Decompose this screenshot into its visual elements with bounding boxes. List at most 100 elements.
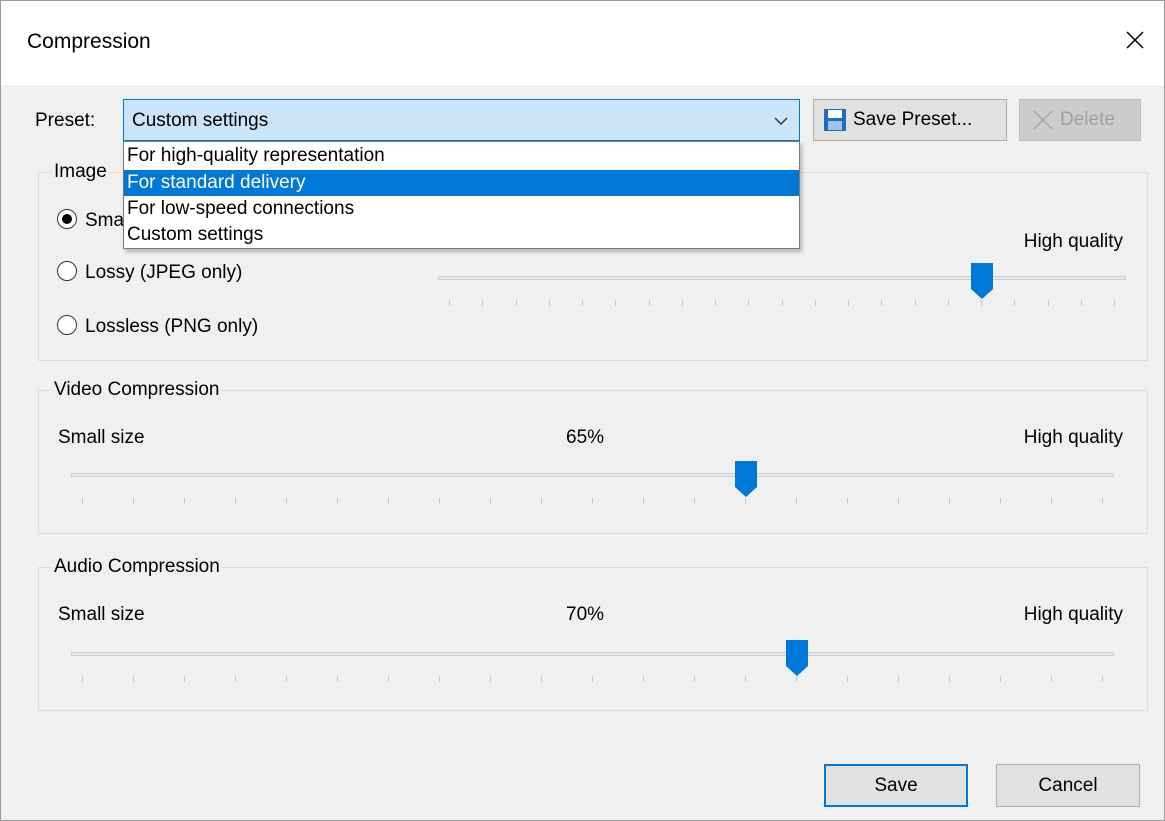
preset-label: Preset: (35, 110, 96, 131)
video-percent-value: 65% (566, 427, 605, 448)
preset-option[interactable]: For low-speed connections (124, 196, 799, 222)
save-button[interactable]: Save (824, 764, 968, 807)
slider-tick (82, 498, 83, 504)
preset-dropdown-list: For high-quality representation For stan… (123, 141, 800, 249)
slider-tick (592, 676, 593, 682)
preset-option[interactable]: For high-quality representation (124, 143, 799, 169)
slider-tick (1102, 498, 1103, 504)
preset-combobox[interactable]: Custom settings (123, 99, 800, 141)
slider-tick (848, 300, 849, 306)
slider-tick (184, 676, 185, 682)
slider-tick (649, 300, 650, 306)
slider-tick (949, 498, 950, 504)
slider-tick (286, 498, 287, 504)
preset-option[interactable]: Custom settings (124, 222, 799, 248)
slider-tick (715, 300, 716, 306)
chevron-down-icon (774, 117, 788, 125)
slider-tick (482, 300, 483, 306)
cancel-button-label: Cancel (1038, 774, 1098, 796)
slider-tick (898, 676, 899, 682)
audio-slider-ticks (82, 676, 1103, 684)
slider-tick (1000, 676, 1001, 682)
audio-small-size-label: Small size (58, 604, 145, 625)
slider-tick (643, 498, 644, 504)
save-preset-button[interactable]: Save Preset... (813, 99, 1007, 141)
slider-tick (582, 300, 583, 306)
preset-option-highlighted[interactable]: For standard delivery (124, 170, 799, 196)
image-radio-lossy[interactable] (57, 261, 77, 281)
video-group-title: Video Compression (52, 379, 222, 401)
image-quality-slider-track[interactable] (438, 276, 1126, 280)
audio-compression-group (38, 567, 1148, 711)
compression-dialog: Compression Preset: Custom settings Save… (0, 0, 1165, 821)
slider-tick (549, 300, 550, 306)
slider-tick (682, 300, 683, 306)
slider-tick (1051, 498, 1052, 504)
slider-tick (133, 676, 134, 682)
delete-preset-button[interactable]: Delete (1019, 99, 1141, 141)
slider-tick (948, 300, 949, 306)
slider-tick (745, 676, 746, 682)
slider-tick (388, 498, 389, 504)
floppy-disk-icon (824, 109, 846, 131)
slider-tick (1081, 300, 1082, 306)
video-small-size-label: Small size (58, 427, 145, 448)
delete-preset-label: Delete (1060, 109, 1115, 130)
slider-tick (694, 498, 695, 504)
save-preset-label: Save Preset... (853, 109, 973, 130)
slider-tick (184, 498, 185, 504)
slider-tick (235, 498, 236, 504)
audio-quality-slider-track[interactable] (71, 652, 1114, 656)
image-quality-slider-thumb[interactable] (971, 263, 993, 299)
slider-tick (337, 498, 338, 504)
slider-tick (439, 498, 440, 504)
slider-tick (490, 676, 491, 682)
audio-quality-slider-thumb[interactable] (786, 640, 808, 676)
close-button[interactable] (1106, 15, 1164, 65)
video-high-quality-label: High quality (1023, 427, 1123, 448)
slider-tick (449, 300, 450, 306)
slider-tick (1102, 676, 1103, 682)
image-high-quality-label: High quality (1023, 231, 1123, 252)
slider-tick (541, 676, 542, 682)
image-radio-smallest-label: Sma (85, 210, 125, 231)
image-radio-lossy-label: Lossy (JPEG only) (85, 262, 243, 283)
audio-percent-value: 70% (566, 604, 605, 625)
slider-tick (796, 676, 797, 682)
image-group-title: Image (52, 161, 109, 183)
slider-tick (881, 300, 882, 306)
slider-tick (1114, 300, 1115, 306)
preset-selected-value: Custom settings (132, 110, 269, 131)
save-button-label: Save (874, 774, 918, 796)
slider-tick (1014, 300, 1015, 306)
slider-tick (1000, 498, 1001, 504)
image-slider-ticks (449, 300, 1115, 308)
slider-tick (388, 676, 389, 682)
audio-group-title: Audio Compression (52, 556, 222, 578)
slider-tick (235, 676, 236, 682)
video-quality-slider-track[interactable] (71, 473, 1114, 477)
slider-tick (286, 676, 287, 682)
slider-tick (1048, 300, 1049, 306)
audio-high-quality-label: High quality (1023, 604, 1123, 625)
slider-tick (847, 498, 848, 504)
image-radio-smallest[interactable] (57, 209, 77, 229)
slider-tick (815, 300, 816, 306)
title-bar: Compression (1, 1, 1164, 85)
slider-tick (439, 676, 440, 682)
slider-tick (981, 300, 982, 306)
slider-tick (133, 498, 134, 504)
video-slider-ticks (82, 498, 1103, 506)
slider-tick (337, 676, 338, 682)
window-title: Compression (27, 30, 151, 53)
slider-tick (490, 498, 491, 504)
slider-tick (615, 300, 616, 306)
image-radio-lossless[interactable] (57, 315, 77, 335)
slider-tick (1051, 676, 1052, 682)
video-quality-slider-thumb[interactable] (735, 461, 757, 497)
slider-tick (796, 498, 797, 504)
close-icon (1126, 31, 1144, 49)
slider-tick (847, 676, 848, 682)
cancel-button[interactable]: Cancel (996, 764, 1140, 807)
slider-tick (745, 498, 746, 504)
